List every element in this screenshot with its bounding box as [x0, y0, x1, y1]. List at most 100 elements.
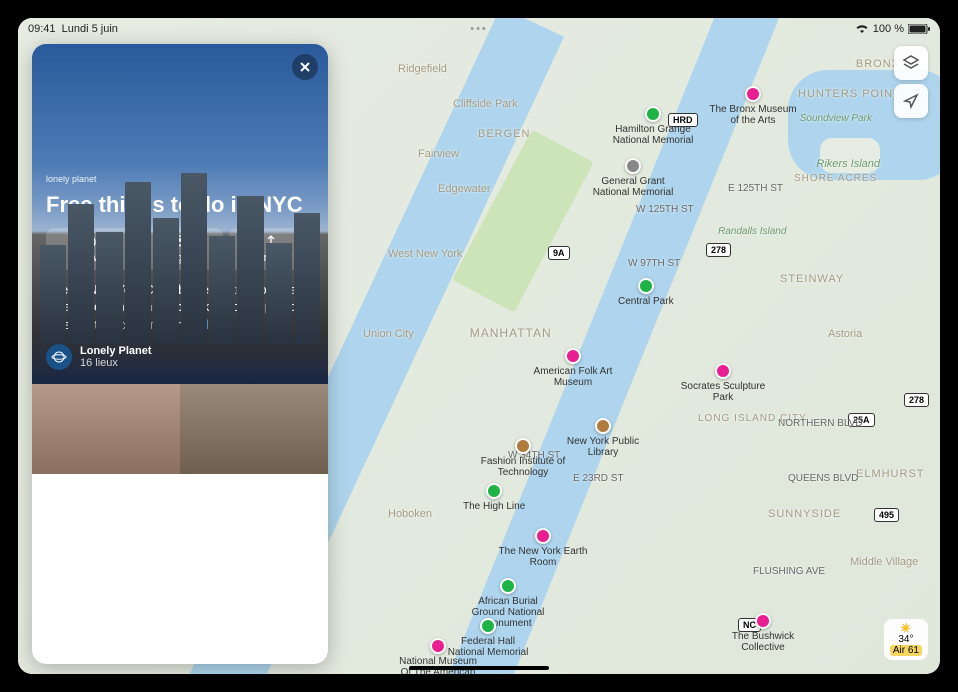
- area-bergen: BERGEN: [478, 128, 530, 140]
- poi-label: Socrates Sculpture Park: [678, 381, 768, 403]
- poi-dot-icon: [755, 613, 771, 629]
- poi-dot-icon: [745, 86, 761, 102]
- poi-label: The New York Earth Room: [498, 546, 588, 568]
- area-randalls: Randalls Island: [718, 226, 786, 237]
- poi-label: Fashion Institute of Technology: [478, 456, 568, 478]
- author-count: 16 lieux: [80, 357, 152, 369]
- street-label: FLUSHING AVE: [753, 566, 825, 577]
- poi-label: The High Line: [463, 501, 525, 512]
- battery-text: 100 %: [873, 23, 904, 35]
- street-label: E 125TH ST: [728, 183, 783, 194]
- street-label: E 23RD ST: [573, 473, 624, 484]
- street-label: QUEENS BLVD: [788, 473, 858, 484]
- area-unioncity: Union City: [363, 328, 414, 340]
- poi-label: National Museum Of The American Indian: [393, 656, 483, 674]
- poi-label: General Grant National Memorial: [588, 176, 678, 198]
- status-bar: 09:41 Lundi 5 juin ••• 100 %: [18, 18, 940, 40]
- poi-marker[interactable]: Central Park: [618, 278, 674, 307]
- poi-marker[interactable]: American Folk Art Museum: [528, 348, 618, 388]
- guide-author[interactable]: Lonely Planet 16 lieux: [46, 344, 314, 370]
- home-indicator[interactable]: [409, 666, 549, 670]
- screen: 09:41 Lundi 5 juin ••• 100 % MANHATTAN H…: [18, 18, 940, 674]
- area-steinway: STEINWAY: [780, 273, 844, 285]
- poi-dot-icon: [535, 528, 551, 544]
- poi-marker[interactable]: The Bushwick Collective: [718, 613, 808, 653]
- poi-dot-icon: [486, 483, 502, 499]
- poi-marker[interactable]: Fashion Institute of Technology: [478, 438, 568, 478]
- close-button[interactable]: [292, 54, 318, 80]
- location-arrow-icon: [903, 93, 919, 109]
- poi-label: Central Park: [618, 296, 674, 307]
- area-manhattan: MANHATTAN: [470, 326, 552, 340]
- highway-shield: 278: [904, 393, 929, 407]
- area-ridgefield: Ridgefield: [398, 63, 447, 75]
- highway-shield: 9A: [548, 246, 570, 260]
- area-sunnyside: SUNNYSIDE: [768, 508, 841, 520]
- poi-marker[interactable]: General Grant National Memorial: [588, 158, 678, 198]
- poi-marker[interactable]: Socrates Sculpture Park: [678, 363, 768, 403]
- poi-label: The Bushwick Collective: [718, 631, 808, 653]
- weather-widget[interactable]: ☀️ 34° Air 61: [884, 619, 928, 660]
- status-right: 100 %: [855, 23, 930, 35]
- area-westny: West New York: [388, 248, 462, 260]
- status-date: Lundi 5 juin: [62, 23, 118, 35]
- street-label: W 125TH ST: [636, 204, 694, 215]
- area-elmhurst: ELMHURST: [856, 468, 925, 480]
- author-name: Lonely Planet: [80, 345, 152, 357]
- guide-brand: lonely planet: [46, 174, 314, 184]
- poi-dot-icon: [638, 278, 654, 294]
- area-hoboken: Hoboken: [388, 508, 432, 520]
- poi-dot-icon: [625, 158, 641, 174]
- layers-icon: [902, 54, 920, 72]
- poi-label: The Bronx Museum of the Arts: [708, 104, 798, 126]
- map-mode-button[interactable]: [894, 46, 928, 80]
- street-label: W 97TH ST: [628, 258, 680, 269]
- area-fairview: Fairview: [418, 148, 459, 160]
- poi-dot-icon: [480, 618, 496, 634]
- status-left: 09:41 Lundi 5 juin: [28, 23, 118, 35]
- area-shore: SHORE ACRES: [794, 173, 877, 184]
- guide-panel: lonely planet Free things to do in NYC S…: [32, 44, 328, 664]
- author-avatar: [46, 344, 72, 370]
- poi-dot-icon: [515, 438, 531, 454]
- place-thumb[interactable]: [32, 384, 180, 474]
- poi-label: Hamilton Grange National Memorial: [608, 124, 698, 146]
- place-thumb[interactable]: [180, 384, 328, 474]
- poi-dot-icon: [715, 363, 731, 379]
- highway-shield: 278: [706, 243, 731, 257]
- wifi-icon: [855, 24, 869, 34]
- poi-marker[interactable]: New York Public Library: [558, 418, 648, 458]
- poi-marker[interactable]: Hamilton Grange National Memorial: [608, 106, 698, 146]
- poi-marker[interactable]: The New York Earth Room: [498, 528, 588, 568]
- poi-dot-icon: [430, 638, 446, 654]
- places-strip[interactable]: [32, 384, 328, 474]
- area-middlevillage: Middle Village: [850, 556, 918, 568]
- guide-cover: lonely planet Free things to do in NYC S…: [32, 44, 328, 384]
- close-icon: [299, 61, 311, 73]
- area-soundview: Soundview Park: [800, 113, 872, 124]
- planet-icon: [51, 349, 67, 365]
- street-label: NORTHERN BLVD: [778, 418, 863, 429]
- poi-marker[interactable]: The High Line: [463, 483, 525, 512]
- poi-label: American Folk Art Museum: [528, 366, 618, 388]
- weather-aqi: Air 61: [890, 645, 922, 656]
- multitask-dots[interactable]: •••: [470, 23, 488, 35]
- poi-label: New York Public Library: [558, 436, 648, 458]
- area-cliffside: Cliffside Park: [453, 98, 518, 110]
- ipad-frame: 09:41 Lundi 5 juin ••• 100 % MANHATTAN H…: [0, 0, 958, 692]
- poi-dot-icon: [645, 106, 661, 122]
- area-edgewater: Edgewater: [438, 183, 491, 195]
- highway-shield: 495: [874, 508, 899, 522]
- skyline-art: [32, 164, 328, 344]
- poi-dot-icon: [500, 578, 516, 594]
- area-rikers: Rikers Island: [816, 158, 880, 170]
- poi-dot-icon: [565, 348, 581, 364]
- poi-marker[interactable]: The Bronx Museum of the Arts: [708, 86, 798, 126]
- area-astoria: Astoria: [828, 328, 862, 340]
- status-time: 09:41: [28, 23, 56, 35]
- poi-dot-icon: [595, 418, 611, 434]
- area-hunterspt: HUNTERS POINT: [798, 88, 901, 100]
- battery-icon: [908, 24, 930, 34]
- weather-temp: 34°: [890, 634, 922, 645]
- locate-button[interactable]: [894, 84, 928, 118]
